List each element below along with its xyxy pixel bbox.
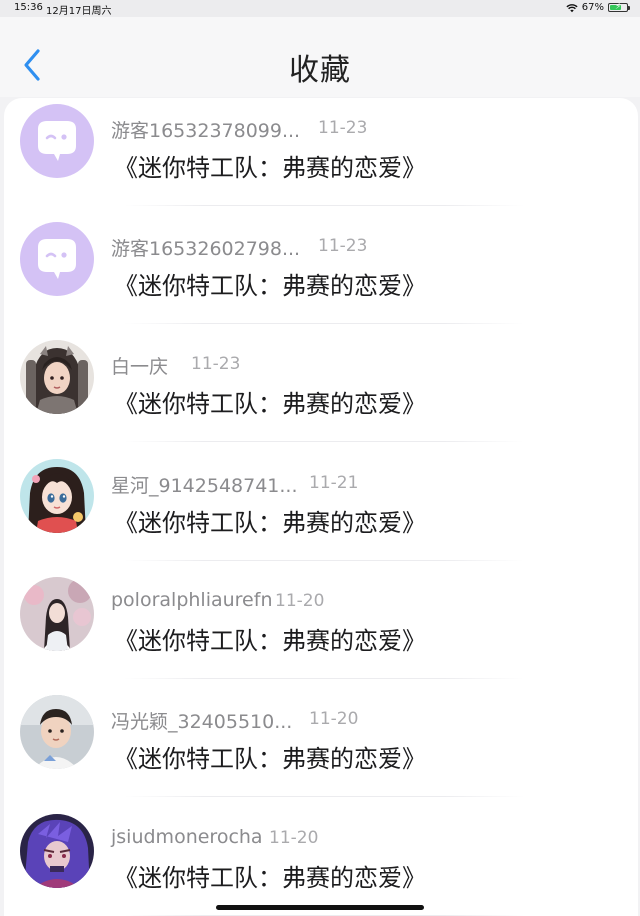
default-chat-avatar-icon	[20, 222, 94, 296]
favorite-date: 11-20	[275, 591, 325, 611]
list-item[interactable]: jsiudmonerocha 11-20 《迷你特工队：弗赛的恋爱》	[4, 814, 638, 916]
avatar[interactable]	[20, 459, 94, 533]
girl-photo-avatar-icon	[20, 577, 94, 651]
username[interactable]: poloralphliaurefn	[111, 589, 272, 611]
favorite-date: 11-23	[191, 354, 241, 374]
nav-bar: 收藏	[0, 17, 640, 97]
home-indicator	[216, 905, 424, 910]
child-photo-avatar-icon	[20, 695, 94, 769]
wifi-icon	[566, 3, 578, 12]
status-right: 67% ⚡	[566, 2, 630, 13]
list-item[interactable]: 星河_9142548741... 11-21 《迷你特工队：弗赛的恋爱》	[4, 459, 638, 577]
avatar[interactable]	[20, 695, 94, 769]
divider	[124, 205, 524, 206]
favorite-date: 11-23	[318, 236, 368, 256]
favorite-date: 11-20	[269, 828, 319, 848]
purple-hair-avatar-icon	[20, 814, 94, 888]
anime-girl-avatar-icon	[20, 459, 94, 533]
username[interactable]: jsiudmonerocha	[111, 826, 263, 848]
favorite-title[interactable]: 《迷你特工队：弗赛的恋爱》	[114, 148, 426, 183]
favorite-title[interactable]: 《迷你特工队：弗赛的恋爱》	[114, 266, 426, 301]
default-chat-avatar-icon	[20, 104, 94, 178]
favorite-date: 11-20	[309, 709, 359, 729]
username[interactable]: 游客16532378099...	[111, 116, 300, 143]
favorite-date: 11-23	[318, 118, 368, 138]
charging-bolt-icon: ⚡	[615, 2, 622, 12]
username[interactable]: 白一庆	[111, 352, 168, 379]
divider	[124, 796, 524, 797]
avatar[interactable]	[20, 577, 94, 651]
favorite-date: 11-21	[309, 473, 359, 493]
list-item[interactable]: poloralphliaurefn 11-20 《迷你特工队：弗赛的恋爱》	[4, 577, 638, 695]
avatar[interactable]	[20, 104, 94, 178]
battery-icon: ⚡	[608, 2, 630, 12]
favorite-title[interactable]: 《迷你特工队：弗赛的恋爱》	[114, 858, 426, 893]
username[interactable]: 星河_9142548741...	[111, 471, 298, 498]
list-item[interactable]: 游客16532602798... 11-23 《迷你特工队：弗赛的恋爱》	[4, 222, 638, 340]
armored-girl-avatar-icon	[20, 340, 94, 414]
page-title: 收藏	[289, 53, 351, 88]
favorites-list: 游客16532378099... 11-23 《迷你特工队：弗赛的恋爱》 游客1…	[4, 98, 638, 916]
divider	[124, 323, 524, 324]
status-time: 15:36	[14, 2, 43, 13]
avatar[interactable]	[20, 814, 94, 888]
battery-percent: 67%	[581, 2, 604, 13]
avatar[interactable]	[20, 340, 94, 414]
list-item[interactable]: 游客16532378099... 11-23 《迷你特工队：弗赛的恋爱》	[4, 104, 638, 222]
favorite-title[interactable]: 《迷你特工队：弗赛的恋爱》	[114, 739, 426, 774]
divider	[124, 560, 524, 561]
list-item[interactable]: 冯光颖_32405510... 11-20 《迷你特工队：弗赛的恋爱》	[4, 695, 638, 813]
favorite-title[interactable]: 《迷你特工队：弗赛的恋爱》	[114, 621, 426, 656]
username[interactable]: 游客16532602798...	[111, 234, 300, 261]
status-bar: 15:36 12月17日周六 67% ⚡	[0, 0, 640, 17]
divider	[124, 441, 524, 442]
list-item[interactable]: 白一庆 11-23 《迷你特工队：弗赛的恋爱》	[4, 340, 638, 458]
favorite-title[interactable]: 《迷你特工队：弗赛的恋爱》	[114, 503, 426, 538]
avatar[interactable]	[20, 222, 94, 296]
battery-nub	[628, 6, 630, 10]
divider	[124, 678, 524, 679]
status-date: 12月17日周六	[46, 6, 112, 17]
username[interactable]: 冯光颖_32405510...	[111, 707, 292, 734]
favorite-title[interactable]: 《迷你特工队：弗赛的恋爱》	[114, 384, 426, 419]
